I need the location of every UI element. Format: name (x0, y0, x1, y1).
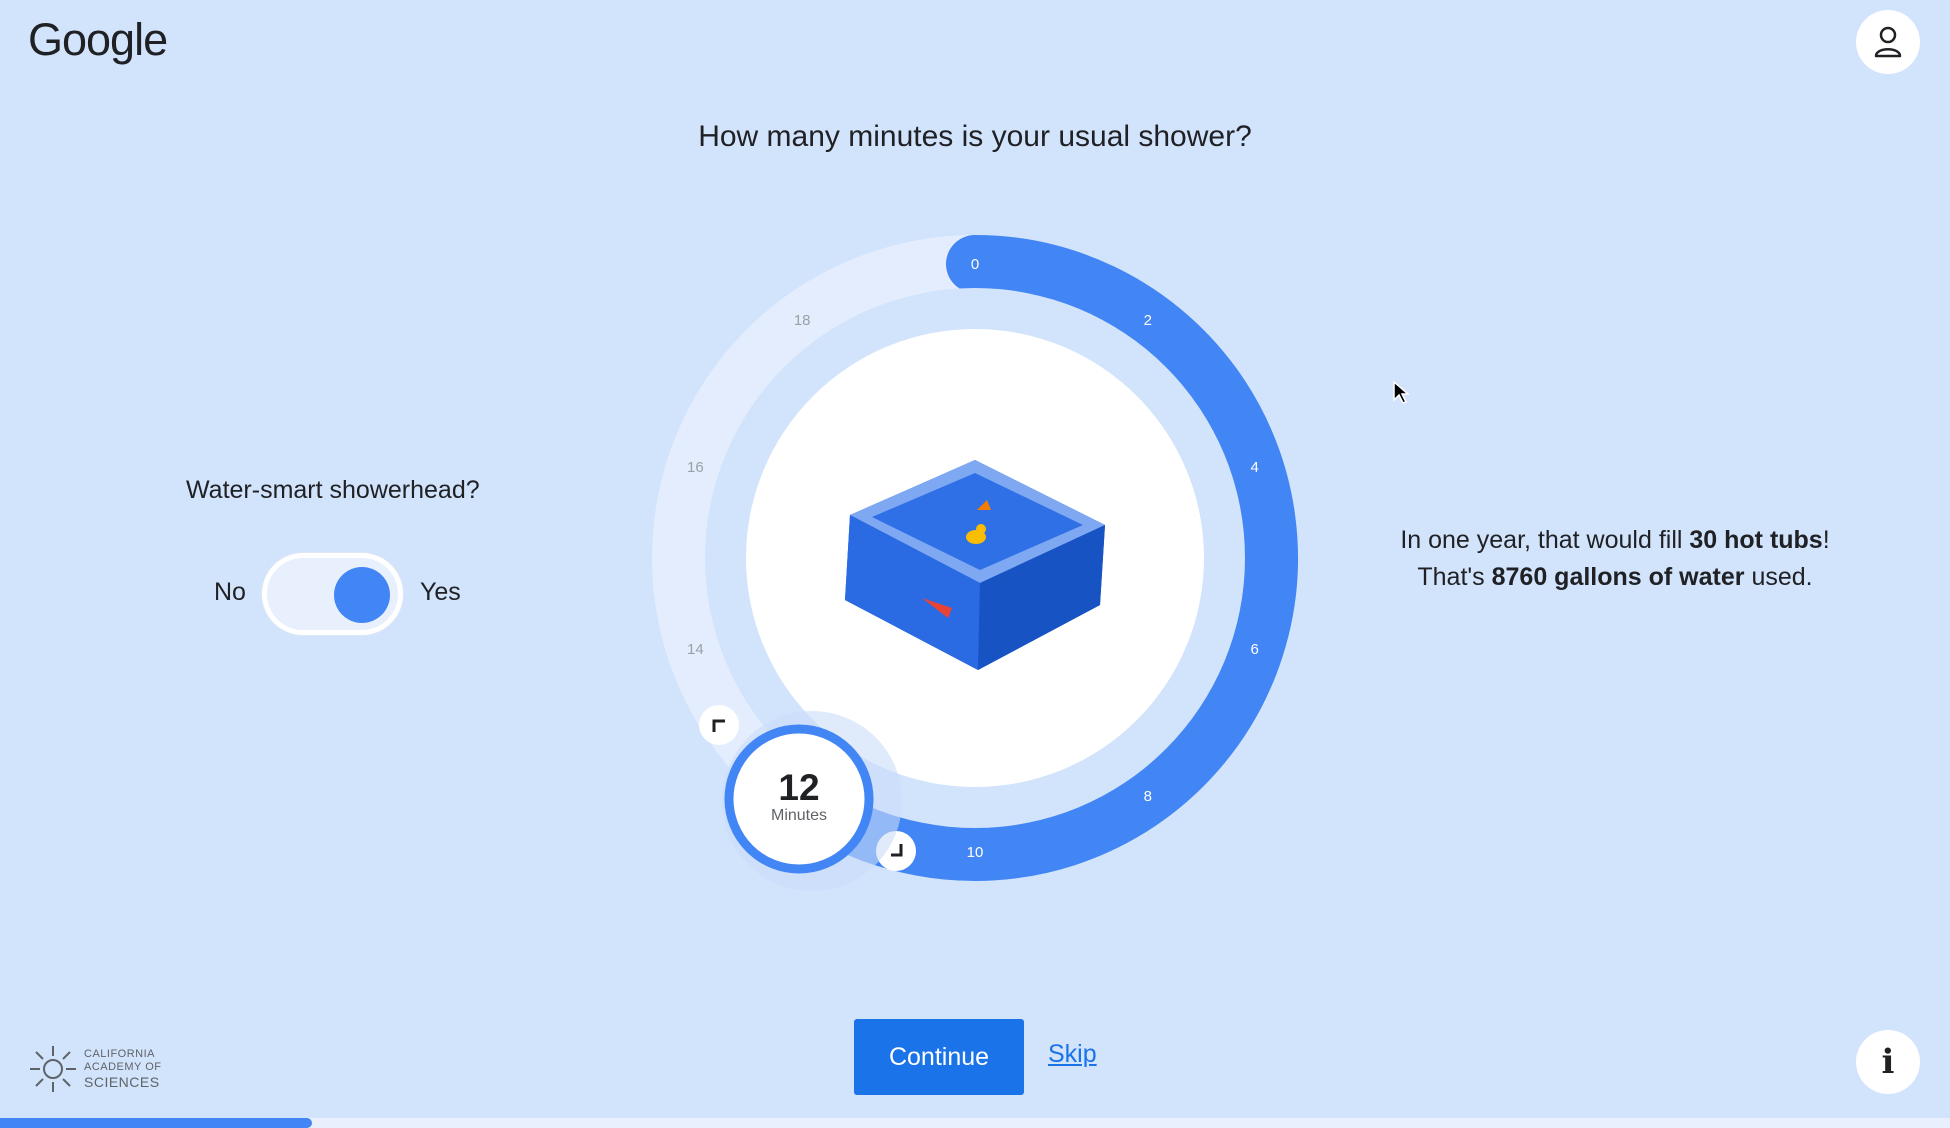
dial-handle-start[interactable] (699, 705, 739, 745)
skip-link[interactable]: Skip (1048, 1040, 1097, 1069)
toggle-no-label: No (214, 578, 246, 606)
account-button[interactable] (1856, 10, 1920, 74)
value-number: 12 (778, 767, 819, 808)
toggle-yes-label: Yes (420, 578, 461, 606)
result-line-2: That's 8760 gallons of water used. (1417, 563, 1813, 591)
showerhead-label: Water-smart showerhead? (186, 476, 480, 504)
page-question: How many minutes is your usual shower? (698, 120, 1252, 153)
info-button[interactable]: i (1856, 1030, 1920, 1094)
progress-bar (0, 1118, 1950, 1128)
progress-fill (0, 1118, 312, 1128)
academy-name: CALIFORNIA ACADEMY OF SCIENCES (84, 1048, 162, 1090)
result-line-1: In one year, that would fill 30 hot tubs… (1400, 526, 1830, 554)
dial-tick-0: 0 (971, 256, 979, 273)
mouse-cursor-icon (1393, 380, 1410, 404)
google-logo: Google (28, 14, 168, 65)
result-text: In one year, that would fill 30 hot tubs… (1390, 522, 1840, 596)
dial-tick-6: 6 (1250, 641, 1258, 658)
showerhead-toggle[interactable] (262, 553, 403, 635)
academy-logo: CALIFORNIA ACADEMY OF SCIENCES (28, 1044, 162, 1094)
dial-tick-18: 18 (794, 312, 811, 329)
sun-icon (30, 1046, 76, 1092)
person-icon (1874, 26, 1902, 58)
dial-tick-4: 4 (1250, 459, 1258, 476)
dial-tick-2: 2 (1144, 312, 1152, 329)
continue-button[interactable]: Continue (854, 1019, 1024, 1095)
minutes-dial[interactable]: 12 Minutes 0 2 4 6 8 10 14 16 18 (640, 225, 1320, 905)
value-unit: Minutes (771, 807, 827, 824)
toggle-knob[interactable] (334, 567, 390, 623)
dial-tick-8: 8 (1144, 788, 1152, 805)
dial-tick-16: 16 (687, 459, 704, 476)
dial-tick-10: 10 (967, 844, 984, 861)
dial-tick-14: 14 (687, 641, 704, 658)
